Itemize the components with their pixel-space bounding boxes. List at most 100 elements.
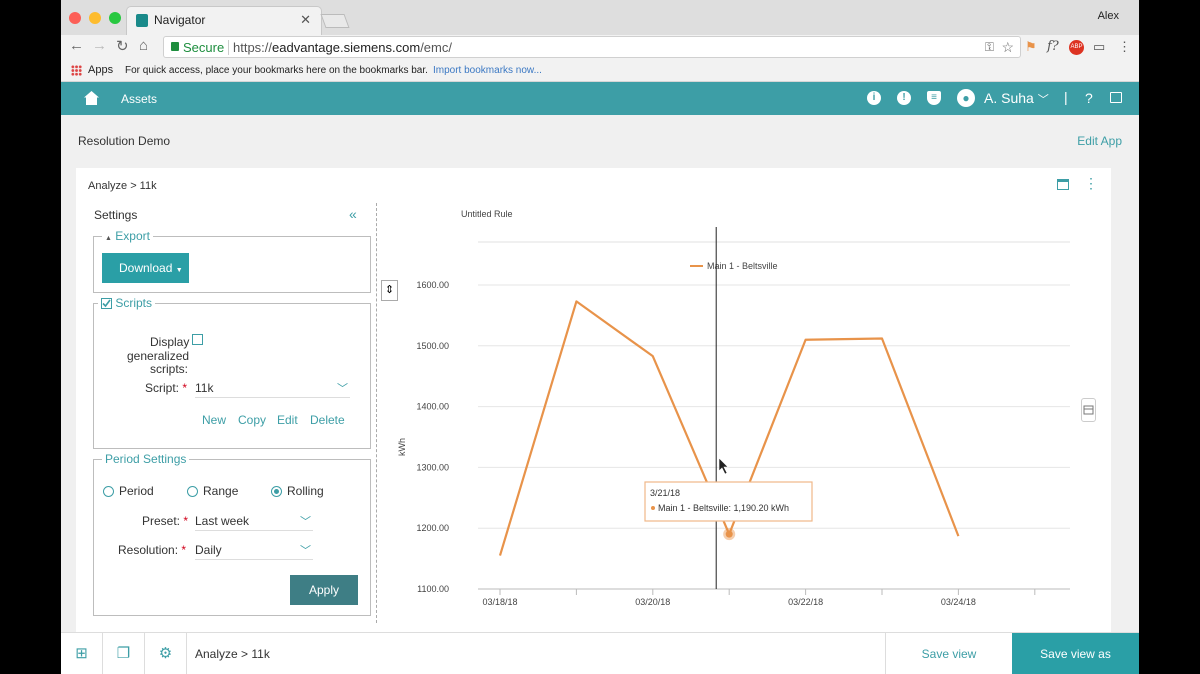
- y-tick-label: 1100.00: [417, 584, 449, 594]
- rolling-radio-label[interactable]: Rolling: [287, 484, 324, 498]
- chevron-down-icon: ﹀: [300, 545, 311, 557]
- bottom-bar: ⊞ ❐ ⚙ Analyze > 11k Save view Save view …: [61, 632, 1139, 674]
- period-radio-label[interactable]: Period: [119, 484, 154, 498]
- close-tab-icon[interactable]: ✕: [300, 12, 311, 28]
- main-content: Resolution Demo Edit App Analyze > 11k ⋮…: [61, 115, 1139, 632]
- settings-gear-icon[interactable]: ⚙: [145, 633, 187, 674]
- script-value: 11k: [195, 381, 214, 395]
- highlight-point: [725, 530, 733, 538]
- line-chart: Untitled Rule 1600.00 1500.00 1400.00 1300.0…: [398, 209, 1070, 607]
- lock-icon: [171, 42, 179, 51]
- splitter-handle-icon[interactable]: ⇕: [381, 280, 398, 301]
- apps-link[interactable]: Apps: [88, 64, 113, 76]
- display-label-1: Display: [150, 335, 190, 349]
- delete-script-link[interactable]: Delete: [310, 413, 345, 427]
- script-label: Script: *: [145, 381, 187, 395]
- home-icon[interactable]: ⌂: [139, 37, 148, 54]
- window-icon[interactable]: [1110, 92, 1122, 103]
- new-tab-button[interactable]: [320, 14, 350, 28]
- extension-f-icon[interactable]: f?: [1047, 39, 1059, 54]
- menu-icon[interactable]: ⋮: [1118, 39, 1131, 55]
- calendar-tab-icon[interactable]: [1081, 398, 1096, 422]
- divider: |: [1064, 89, 1068, 105]
- add-widget-icon[interactable]: ⊞: [61, 633, 103, 674]
- cast-icon[interactable]: ▭: [1093, 39, 1105, 55]
- maximize-icon[interactable]: [1057, 179, 1069, 190]
- reload-icon[interactable]: ↻: [116, 37, 129, 55]
- minimize-window-button[interactable]: [89, 12, 101, 24]
- extension-flag-icon[interactable]: ⚑: [1025, 39, 1037, 55]
- chart-title: Untitled Rule: [461, 209, 513, 219]
- alert-icon[interactable]: !: [897, 91, 911, 105]
- app-header: Assets i ! ≡ ● A. Suha ﹀ | ?: [61, 82, 1139, 115]
- period-radio[interactable]: [103, 486, 114, 497]
- tab-title: Navigator: [154, 13, 206, 27]
- preset-select[interactable]: Last week ﹀: [195, 514, 313, 531]
- apps-grid-icon[interactable]: [71, 65, 82, 76]
- download-label: Download: [119, 261, 173, 275]
- nav-assets[interactable]: Assets: [121, 92, 157, 106]
- scripts-section: Scripts Display generalized scripts: Scr…: [93, 296, 371, 449]
- star-icon[interactable]: ☆: [1001, 39, 1014, 56]
- panel-splitter[interactable]: [376, 203, 377, 623]
- scripts-legend: Scripts: [98, 296, 156, 310]
- secure-label: Secure: [183, 40, 225, 55]
- y-axis-label: kWh: [398, 438, 407, 456]
- favicon-icon: [136, 14, 148, 27]
- forward-icon[interactable]: →: [92, 37, 107, 54]
- y-tick-label: 1300.00: [416, 462, 449, 472]
- period-settings-section: Period Settings Period Range Rolling Pre…: [93, 452, 371, 616]
- basket-icon[interactable]: ≡: [927, 91, 941, 105]
- import-bookmarks-link[interactable]: Import bookmarks now...: [433, 65, 542, 76]
- rolling-radio[interactable]: [271, 486, 282, 497]
- apply-button[interactable]: Apply: [290, 575, 358, 605]
- copy-script-link[interactable]: Copy: [238, 413, 266, 427]
- duplicate-icon[interactable]: ❐: [103, 633, 145, 674]
- collapse-panel-icon[interactable]: «: [349, 206, 357, 222]
- edit-script-link[interactable]: Edit: [277, 413, 298, 427]
- range-radio[interactable]: [187, 486, 198, 497]
- save-view-button[interactable]: Save view: [885, 633, 1012, 674]
- bookmarks-hint: For quick access, place your bookmarks h…: [125, 65, 428, 76]
- settings-title: Settings: [94, 208, 138, 222]
- range-radio-label[interactable]: Range: [203, 484, 238, 498]
- avatar-icon[interactable]: ●: [957, 89, 975, 107]
- download-button[interactable]: Download ▼: [102, 253, 189, 283]
- analyze-card: Analyze > 11k ⋮ Settings « ▲ Export Down…: [76, 168, 1111, 632]
- info-icon[interactable]: i: [867, 91, 881, 105]
- adblock-icon[interactable]: ABP: [1069, 40, 1084, 55]
- new-script-link[interactable]: New: [202, 413, 226, 427]
- help-button[interactable]: ?: [1085, 90, 1093, 106]
- browser-tab[interactable]: Navigator ✕: [126, 6, 322, 35]
- export-section: ▲ Export Download ▼: [93, 229, 371, 293]
- url-path: /emc/: [420, 40, 452, 55]
- y-tick-label: 1600.00: [416, 280, 449, 290]
- key-icon[interactable]: ⚿: [985, 40, 994, 55]
- back-icon[interactable]: ←: [69, 37, 84, 54]
- scripts-checkbox[interactable]: [101, 298, 112, 309]
- save-view-as-button[interactable]: Save view as: [1012, 633, 1139, 674]
- y-tick-label: 1400.00: [416, 402, 449, 412]
- maximize-window-button[interactable]: [109, 12, 121, 24]
- legend-label: Main 1 - Beltsville: [707, 261, 778, 271]
- export-legend[interactable]: ▲ Export: [102, 229, 153, 243]
- close-window-button[interactable]: [69, 12, 81, 24]
- browser-user[interactable]: Alex: [1098, 10, 1119, 22]
- preset-label: Preset: *: [142, 514, 188, 528]
- resolution-label: Resolution: *: [118, 543, 186, 557]
- x-tick-label: 03/24/18: [941, 597, 976, 607]
- edit-app-link[interactable]: Edit App: [1077, 134, 1122, 148]
- user-menu[interactable]: A. Suha ﹀: [984, 90, 1049, 107]
- display-generalized-checkbox[interactable]: [192, 334, 203, 345]
- chevron-down-icon: ﹀: [337, 383, 348, 395]
- chevron-down-icon: ﹀: [300, 516, 311, 528]
- resolution-select[interactable]: Daily ﹀: [195, 543, 313, 560]
- script-select[interactable]: 11k ﹀: [195, 381, 350, 398]
- more-options-icon[interactable]: ⋮: [1084, 176, 1098, 190]
- x-tick-label: 03/22/18: [788, 597, 823, 607]
- export-label: Export: [115, 229, 150, 243]
- home-icon[interactable]: [84, 91, 99, 105]
- resolution-value: Daily: [195, 543, 222, 557]
- url-input[interactable]: Secure https://eadvantage.siemens.com/em…: [163, 36, 1021, 58]
- bookmarks-bar: Apps For quick access, place your bookma…: [61, 60, 1139, 82]
